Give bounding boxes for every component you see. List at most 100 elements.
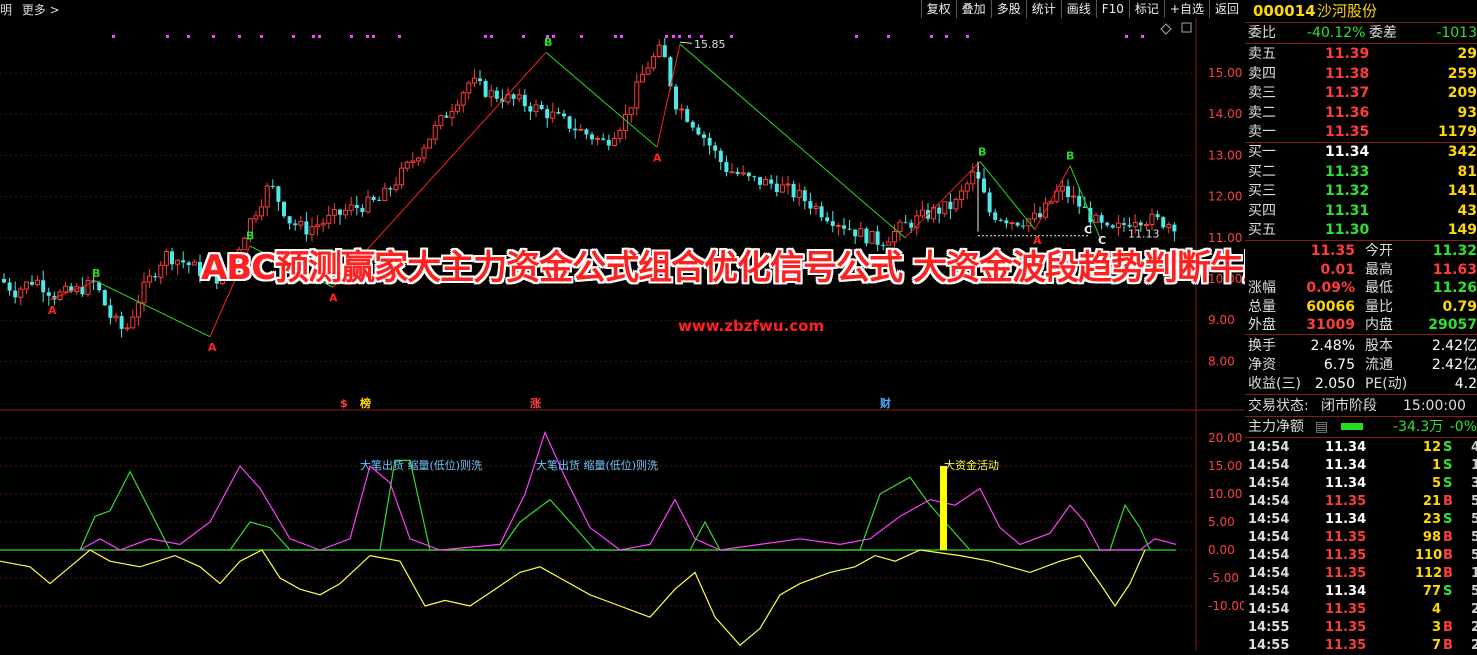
signal-dot — [238, 35, 241, 38]
trade-tick-row[interactable]: 14:55 11.35 3 B 2 — [1245, 619, 1477, 637]
candle-body — [897, 221, 903, 233]
multi-stock-button[interactable]: 多股 — [990, 0, 1026, 18]
candle-body — [282, 201, 286, 217]
trade-tick-row[interactable]: 14:54 11.34 23 S 5 — [1245, 511, 1477, 529]
bid-row[interactable]: 买四 11.31 43 — [1245, 202, 1477, 220]
add-watchlist-button[interactable]: +自选 — [1163, 0, 1209, 18]
candle-body — [1105, 222, 1110, 226]
candle-body — [881, 244, 886, 246]
candle-body — [1031, 212, 1037, 220]
trade-tick-row[interactable]: 14:54 11.35 98 B 5 — [1245, 529, 1477, 547]
netflow-pct: -0% — [1449, 419, 1477, 435]
candle-body — [85, 279, 91, 295]
net-flow-row[interactable]: 主力净额 ▤ -34.3万 -0% — [1245, 418, 1477, 436]
candle-body — [713, 145, 718, 151]
signal-dot — [522, 35, 525, 38]
tick-volume: 112 — [1415, 566, 1443, 581]
candle-body — [488, 90, 494, 98]
ask-row[interactable]: 卖四 11.38 259 — [1245, 65, 1477, 83]
candle-body — [141, 281, 147, 304]
candle-body — [494, 90, 499, 99]
fuquan-button[interactable]: 复权 — [920, 0, 956, 18]
ask-row[interactable]: 卖一 11.35 1179 — [1245, 123, 1477, 141]
trade-tick-row[interactable]: 14:54 11.34 5 S 3 — [1245, 475, 1477, 493]
tick-price: 11.34 — [1325, 476, 1367, 491]
candle-body — [528, 106, 533, 112]
stock-header: 000014 沙河股份 — [1245, 2, 1477, 20]
quote-label-right: 量比 — [1365, 298, 1393, 315]
candle-body — [796, 189, 802, 198]
candle-body — [371, 196, 376, 200]
candle-body — [522, 94, 527, 107]
candle-body — [1077, 195, 1082, 207]
draw-line-button[interactable]: 画线 — [1060, 0, 1096, 18]
trade-tick-row[interactable]: 14:54 11.35 110 B 5 — [1245, 547, 1477, 565]
trade-tick-row[interactable]: 14:54 11.34 77 S 5 — [1245, 583, 1477, 601]
bid-row[interactable]: 买五 11.30 149 — [1245, 221, 1477, 239]
ask-volume: 29 — [1457, 46, 1477, 62]
ask-price: 11.38 — [1325, 65, 1370, 82]
candle-body — [623, 113, 629, 131]
more-menu-button[interactable]: 更多 > — [22, 3, 60, 17]
ask-volume: 93 — [1457, 104, 1477, 121]
ask-row[interactable]: 卖二 11.36 93 — [1245, 104, 1477, 122]
tick-count: 1 — [1471, 458, 1477, 473]
kline-chart-area[interactable]: 15.00 14.00 13.00 12.00 11.00 10.00 9.00 8.00 20… — [0, 18, 1244, 650]
candle-body — [1138, 222, 1143, 226]
status-label: 交易状态: — [1248, 398, 1309, 414]
mark-button[interactable]: 标记 — [1128, 0, 1164, 18]
candle-body — [455, 104, 461, 112]
candle-body — [404, 161, 410, 169]
menu-icon[interactable]: ▤ — [1315, 418, 1328, 436]
candle-body — [421, 147, 427, 159]
signal-dot — [112, 35, 115, 38]
signal-dot — [318, 35, 321, 38]
ask-row[interactable]: 卖三 11.37 209 — [1245, 84, 1477, 102]
quote-label-left: 总量 — [1248, 298, 1276, 315]
ratio-value: -40.12% — [1307, 25, 1366, 41]
bid-volume: 141 — [1447, 183, 1477, 199]
candle-body — [399, 167, 405, 186]
bid-price: 11.31 — [1325, 202, 1370, 219]
wave-label: B — [1066, 149, 1074, 162]
trade-tick-row[interactable]: 14:55 11.35 7 B 2 — [1245, 637, 1477, 655]
candle-body — [639, 73, 645, 83]
candle-body — [393, 184, 399, 190]
current-price-label: 11.13 — [1128, 228, 1160, 241]
bid-row[interactable]: 买二 11.33 81 — [1245, 163, 1477, 181]
candle-body — [460, 92, 466, 106]
overlay-button[interactable]: 叠加 — [955, 0, 991, 18]
candle-body — [729, 171, 735, 174]
candle-body — [170, 251, 174, 265]
bid-volume: 81 — [1457, 163, 1477, 180]
indicator-annotation: 大笔出货 缩量(低位)则洗 — [360, 458, 482, 472]
back-button[interactable]: 返回 — [1208, 0, 1244, 18]
f10-button[interactable]: F10 — [1095, 0, 1129, 18]
trade-tick-row[interactable]: 14:54 11.34 1 S 1 — [1245, 457, 1477, 475]
candle-body — [964, 183, 970, 192]
trade-tick-row[interactable]: 14:54 11.35 4 2 — [1245, 601, 1477, 619]
bid-row[interactable]: 买三 11.32 141 — [1245, 182, 1477, 200]
tick-time: 14:55 — [1248, 620, 1290, 635]
candle-body — [153, 276, 158, 278]
tick-side: B — [1443, 566, 1453, 581]
price-axis-tick: 11.00 — [1208, 231, 1242, 245]
quote-label-right: 最高 — [1365, 261, 1393, 278]
ask-row[interactable]: 卖五 11.39 29 — [1245, 45, 1477, 63]
tick-price: 11.34 — [1325, 440, 1367, 455]
statistics-button[interactable]: 统计 — [1025, 0, 1061, 18]
indicator-axis-tick: -5.00 — [1208, 571, 1239, 585]
candle-body — [382, 187, 388, 202]
trade-tick-row[interactable]: 14:54 11.34 12 S 4 — [1245, 439, 1477, 457]
bid-row[interactable]: 买一 11.34 342 — [1245, 143, 1477, 161]
candle-body — [309, 226, 315, 235]
big-capital-bar — [940, 466, 947, 550]
candle-body — [1122, 223, 1126, 225]
candle-body — [690, 121, 695, 128]
trade-tick-row[interactable]: 14:54 11.35 112B 10 — [1245, 565, 1477, 583]
tick-volume: 12 — [1422, 440, 1441, 455]
signal-dot — [166, 35, 169, 38]
trade-tick-row[interactable]: 14:54 11.35 21 B 5 — [1245, 493, 1477, 511]
candle-body — [752, 176, 757, 178]
wave-label: A — [208, 341, 217, 354]
